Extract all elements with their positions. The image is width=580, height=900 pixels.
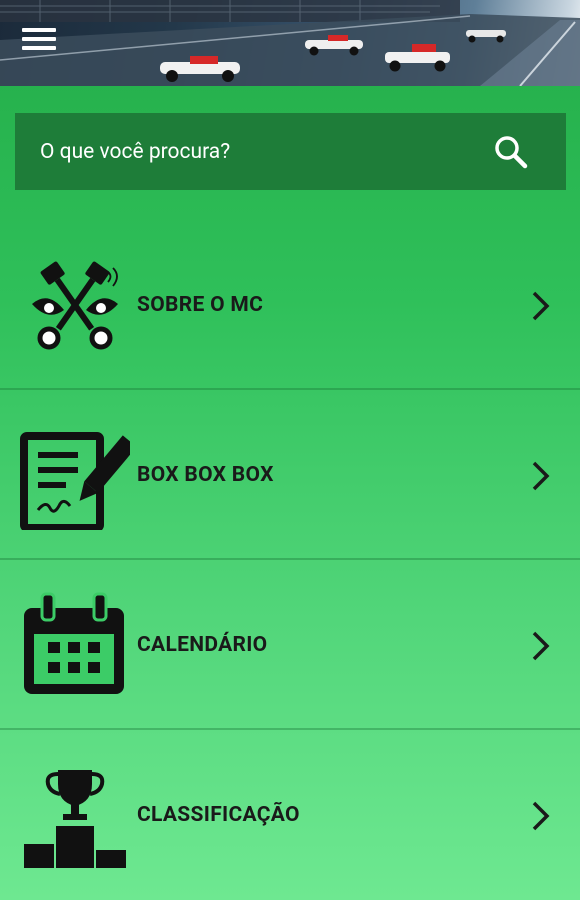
search-input[interactable] — [15, 113, 485, 190]
menu-item-calendario[interactable]: CALENDÁRIO — [0, 560, 580, 730]
signed-document-icon — [20, 420, 137, 532]
menu-item-label: CLASSIFICAÇÃO — [137, 803, 300, 827]
chevron-right-icon — [530, 290, 552, 322]
chevron-right-icon — [530, 460, 552, 492]
hamburger-menu-icon[interactable] — [22, 28, 56, 54]
chevron-right-icon — [530, 630, 552, 662]
menu-item-box-box-box[interactable]: BOX BOX BOX — [0, 390, 580, 560]
search-icon[interactable] — [491, 132, 531, 172]
header-banner — [0, 0, 580, 86]
search-bar — [15, 113, 566, 190]
menu-item-label: CALENDÁRIO — [137, 633, 268, 657]
podium-trophy-icon — [20, 760, 130, 870]
menu-item-label: BOX BOX BOX — [137, 463, 274, 487]
race-track-image — [0, 0, 580, 86]
calendar-icon — [20, 590, 130, 700]
menu-item-label: SOBRE O MC — [137, 293, 264, 317]
menu-item-sobre-o-mc[interactable]: SOBRE O MC — [0, 220, 580, 390]
crossed-pistons-icon — [20, 250, 130, 360]
chevron-right-icon — [530, 800, 552, 832]
menu-item-classificacao[interactable]: CLASSIFICAÇÃO — [0, 730, 580, 900]
